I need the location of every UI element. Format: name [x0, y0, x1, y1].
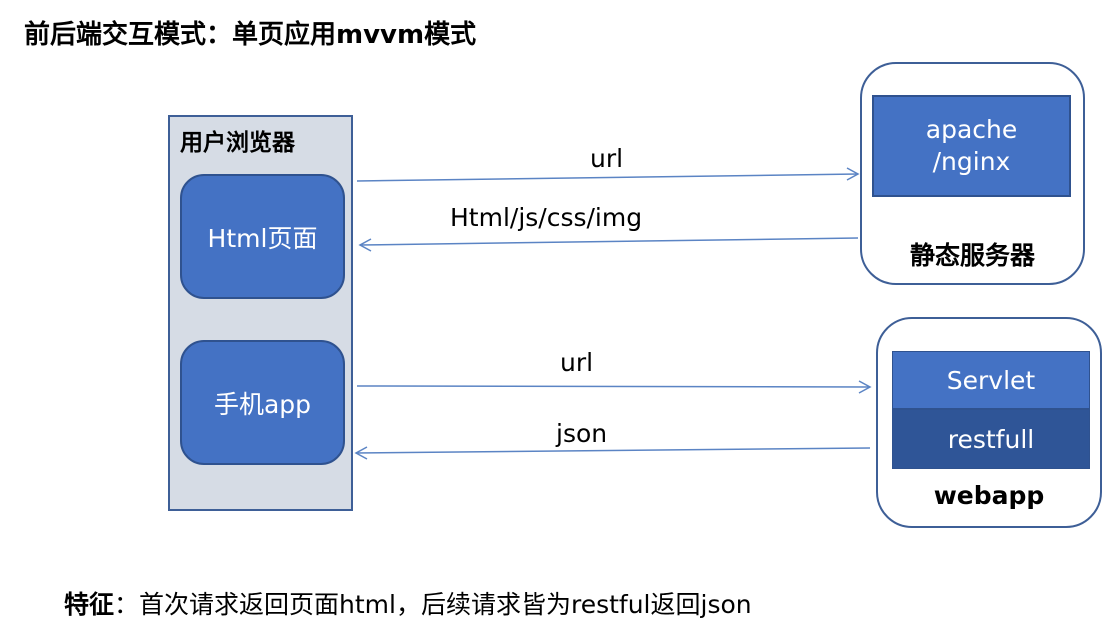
label-static-assets: Html/js/css/img: [450, 203, 643, 232]
arrow-url-to-static: [356, 173, 859, 182]
feature-text: ：首次请求返回页面html，后续请求皆为restful返回json: [114, 590, 752, 619]
arrow-static-to-browser: [359, 237, 859, 246]
arrow-webapp-to-app: [355, 447, 871, 454]
label-url-webapp: url: [560, 348, 594, 377]
label-json: json: [556, 419, 608, 448]
feature-note: 特征：首次请求返回页面html，后续请求皆为restful返回json: [64, 585, 752, 621]
arrows-layer: [354, 167, 872, 460]
feature-key: 特征: [64, 590, 115, 619]
label-url-static: url: [590, 144, 624, 173]
arrow-url-to-webapp: [356, 385, 871, 388]
